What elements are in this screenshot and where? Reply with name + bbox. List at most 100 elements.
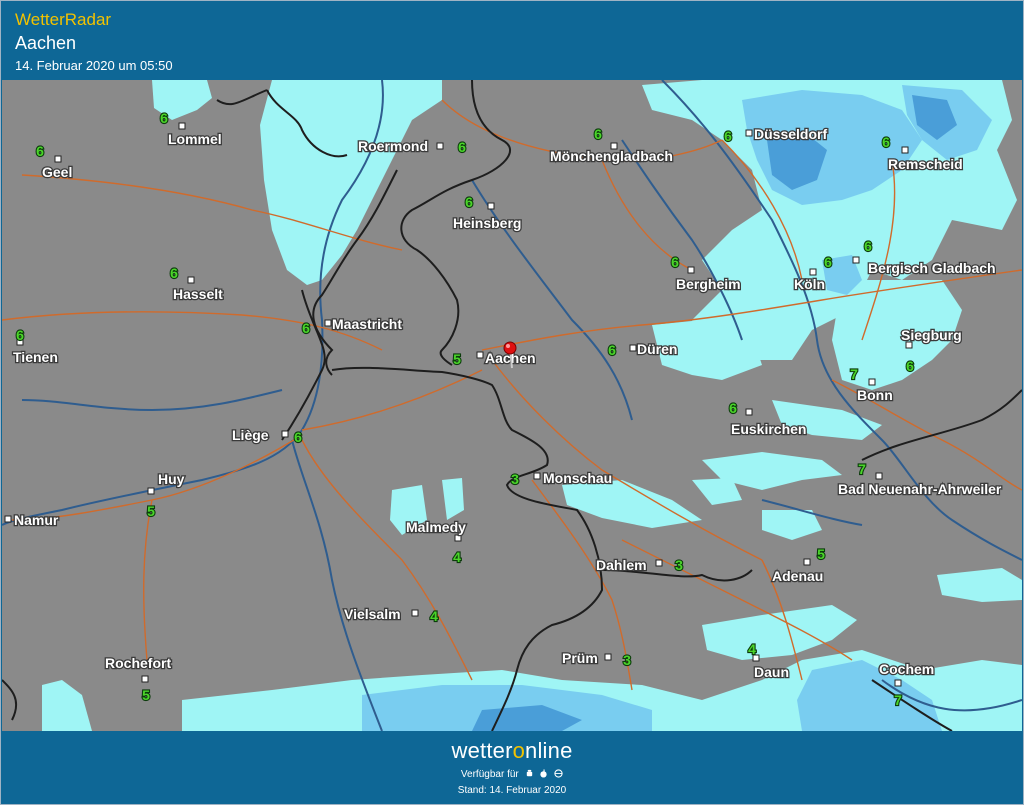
city-dot	[147, 487, 155, 495]
temperature-value: 6	[671, 254, 679, 270]
temperature-value: 6	[302, 320, 310, 336]
city-label: Liège	[232, 427, 269, 443]
temperature-value: 6	[294, 429, 302, 445]
city-label: Siegburg	[901, 327, 962, 343]
city-label: Monschau	[543, 470, 612, 486]
city-label: Hasselt	[173, 286, 223, 302]
city-label: Düsseldorf	[754, 126, 827, 142]
temperature-value: 4	[748, 641, 756, 657]
map-canvas[interactable]: Lommel6Geel6 Roermond 6Mönchengladbach6 Düs…	[2, 80, 1022, 731]
apple-icon[interactable]	[539, 769, 548, 778]
city-marker: Aachen5	[452, 349, 537, 368]
city-label: Rochefort	[105, 655, 171, 671]
city-label: Bergheim	[676, 276, 741, 292]
rain-area	[42, 680, 92, 731]
city-dot	[324, 319, 332, 327]
temperature-value: 4	[453, 549, 461, 565]
city-label: Bad Neuenahr-Ahrweiler	[838, 481, 1002, 497]
temperature-value: 5	[147, 503, 155, 519]
brand-prefix: wetter	[451, 738, 513, 763]
temperature-value: 6	[160, 110, 168, 126]
app-title: WetterRadar	[15, 10, 112, 29]
app-frame: WetterRadar Aachen 14. Februar 2020 um 0…	[0, 0, 1024, 805]
city-dot	[852, 256, 860, 264]
temperature-value: 4	[430, 608, 438, 624]
temperature-value: 3	[623, 652, 631, 668]
brand-o: o	[512, 738, 526, 763]
availability-line: Verfügbar für	[2, 769, 1022, 780]
city-label: Namur	[14, 512, 59, 528]
city-label: Vielsalm	[344, 606, 401, 622]
city-marker: Dahlem 3	[595, 556, 685, 575]
footer: wetteronline Verfügbar für Stand: 14. Fe…	[2, 731, 1022, 803]
city-dot	[687, 266, 695, 274]
city-label: Mönchengladbach	[550, 148, 673, 164]
radar-map[interactable]: Lommel 6 Geel 6 Roermond 6 Mönchengladbach 6 Düs…	[2, 80, 1022, 731]
city-label: Bergisch Gladbach	[868, 260, 996, 276]
temperature-value: 6	[729, 400, 737, 416]
city-marker: Mönchengladbach 6	[549, 125, 675, 165]
city-label: Heinsberg	[453, 215, 521, 231]
city-dot	[141, 675, 149, 683]
city-dot	[54, 155, 62, 163]
city-marker: Roermond 6	[357, 137, 468, 156]
city-label: Malmedy	[406, 519, 466, 535]
city-dot	[436, 142, 444, 150]
city-label: Prüm	[562, 650, 598, 666]
temperature-value: 5	[142, 687, 150, 703]
temperature-value: 3	[675, 557, 683, 573]
city-dot	[745, 408, 753, 416]
city-marker: Vielsalm 4	[343, 605, 440, 625]
android-icon[interactable]	[525, 769, 534, 778]
availability-label: Verfügbar für	[460, 769, 519, 780]
web-icon[interactable]	[554, 769, 563, 778]
temperature-value: 5	[817, 546, 825, 562]
city-dot	[745, 129, 753, 137]
rain-area	[702, 605, 857, 660]
temperature-value: 6	[458, 139, 466, 155]
location-name: Aachen	[15, 33, 77, 53]
city-marker: Tienen 6	[12, 326, 59, 366]
city-dot	[894, 679, 902, 687]
country-border	[281, 289, 326, 441]
temperature-value: 6	[824, 254, 832, 270]
header: WetterRadar Aachen 14. Februar 2020 um 0…	[2, 2, 1022, 79]
city-dot	[875, 472, 883, 480]
road	[11, 434, 303, 521]
city-label: Bonn	[857, 387, 893, 403]
city-label: Cochem	[879, 661, 934, 677]
city-dot	[533, 472, 541, 480]
city-label: Roermond	[358, 138, 428, 154]
city-marker: Monschau 3	[510, 469, 614, 488]
city-label: Remscheid	[888, 156, 963, 172]
city-label: Maastricht	[332, 316, 402, 332]
city-marker: Geel 6	[35, 142, 74, 181]
city-marker: Bad Neuenahr-Ahrweiler 7	[837, 460, 1004, 498]
temperature-value: 6	[170, 265, 178, 281]
temperature-value: 6	[608, 342, 616, 358]
city-label: Köln	[794, 276, 825, 292]
rain-area	[260, 80, 442, 285]
city-marker: Prüm 3	[561, 649, 633, 669]
city-label: Düren	[637, 341, 677, 357]
temperature-value: 6	[882, 134, 890, 150]
city-dot	[4, 515, 12, 523]
temperature-value: 7	[850, 366, 858, 382]
city-marker: Rochefort 5	[104, 654, 173, 704]
temperature-value: 7	[858, 461, 866, 477]
city-dot	[868, 378, 876, 386]
rain-area	[442, 478, 464, 520]
city-dot	[629, 344, 637, 352]
temperature-value: 7	[894, 692, 902, 708]
city-label: Daun	[754, 664, 789, 680]
road	[301, 369, 483, 431]
city-dot	[476, 351, 484, 359]
city-dot	[655, 559, 663, 567]
temperature-value: 3	[511, 471, 519, 487]
city-label: Dahlem	[596, 557, 647, 573]
temperature-value: 6	[36, 143, 44, 159]
city-dot	[281, 430, 289, 438]
temperature-value: 5	[453, 351, 461, 367]
brand-logo[interactable]: wetteronline	[2, 738, 1022, 764]
temperature-value: 6	[724, 128, 732, 144]
